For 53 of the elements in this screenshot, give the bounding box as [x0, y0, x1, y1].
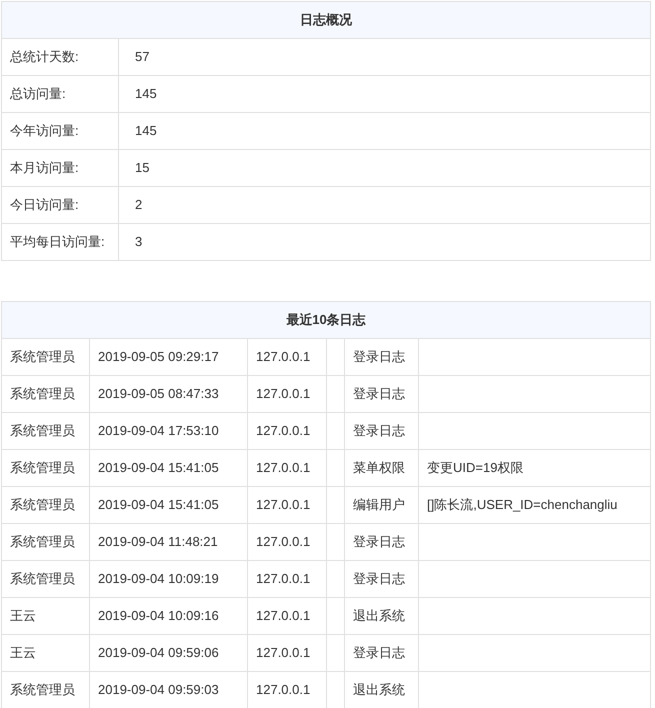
stat-value: 145	[118, 112, 650, 150]
stat-label: 本月访问量:	[2, 150, 118, 186]
stat-label: 今日访问量:	[2, 186, 118, 224]
ip-cell: 127.0.0.1	[248, 524, 326, 560]
action-cell: 菜单权限	[344, 450, 418, 486]
ip-cell: 127.0.0.1	[248, 486, 326, 524]
time-cell: 2019-09-04 10:09:19	[90, 560, 248, 598]
user-cell: 系统管理员	[2, 376, 90, 412]
ip-cell: 127.0.0.1	[248, 598, 326, 634]
stat-value: 145	[118, 76, 650, 112]
time-cell: 2019-09-04 09:59:06	[90, 634, 248, 672]
ip-cell: 127.0.0.1	[248, 412, 326, 450]
user-cell: 系统管理员	[2, 524, 90, 560]
action-cell: 登录日志	[344, 338, 418, 376]
time-cell: 2019-09-04 11:48:21	[90, 524, 248, 560]
action-cell: 编辑用户	[344, 486, 418, 524]
stat-value: 3	[118, 224, 650, 260]
user-cell: 系统管理员	[2, 338, 90, 376]
time-cell: 2019-09-04 17:53:10	[90, 412, 248, 450]
user-cell: 系统管理员	[2, 450, 90, 486]
time-cell: 2019-09-04 15:41:05	[90, 486, 248, 524]
stat-label: 总访问量:	[2, 76, 118, 112]
user-cell: 系统管理员	[2, 672, 90, 708]
action-cell: 登录日志	[344, 524, 418, 560]
ip-cell: 127.0.0.1	[248, 338, 326, 376]
time-cell: 2019-09-04 10:09:16	[90, 598, 248, 634]
stat-label: 总统计天数:	[2, 38, 118, 76]
time-cell: 2019-09-05 09:29:17	[90, 338, 248, 376]
ip-cell: 127.0.0.1	[248, 450, 326, 486]
table-title: 最近10条日志	[2, 302, 650, 338]
stat-value: 57	[118, 38, 650, 76]
ip-cell: 127.0.0.1	[248, 634, 326, 672]
user-cell: 王云	[2, 634, 90, 672]
ip-cell: 127.0.0.1	[248, 376, 326, 412]
table-title: 日志概况	[2, 2, 650, 38]
detail-cell: []陈长流,USER_ID=chenchangliu	[418, 486, 650, 524]
user-cell: 系统管理员	[2, 560, 90, 598]
stat-label: 今年访问量:	[2, 112, 118, 150]
detail-cell: 变更UID=19权限	[418, 450, 650, 486]
action-cell: 登录日志	[344, 376, 418, 412]
stat-label: 平均每日访问量:	[2, 224, 118, 260]
time-cell: 2019-09-05 08:47:33	[90, 376, 248, 412]
action-cell: 登录日志	[344, 634, 418, 672]
time-cell: 2019-09-04 15:41:05	[90, 450, 248, 486]
action-cell: 退出系统	[344, 598, 418, 634]
user-cell: 系统管理员	[2, 412, 90, 450]
ip-cell: 127.0.0.1	[248, 560, 326, 598]
stat-value: 15	[118, 150, 650, 186]
user-cell: 系统管理员	[2, 486, 90, 524]
user-cell: 王云	[2, 598, 90, 634]
stat-value: 2	[118, 186, 650, 224]
action-cell: 登录日志	[344, 560, 418, 598]
action-cell: 登录日志	[344, 412, 418, 450]
